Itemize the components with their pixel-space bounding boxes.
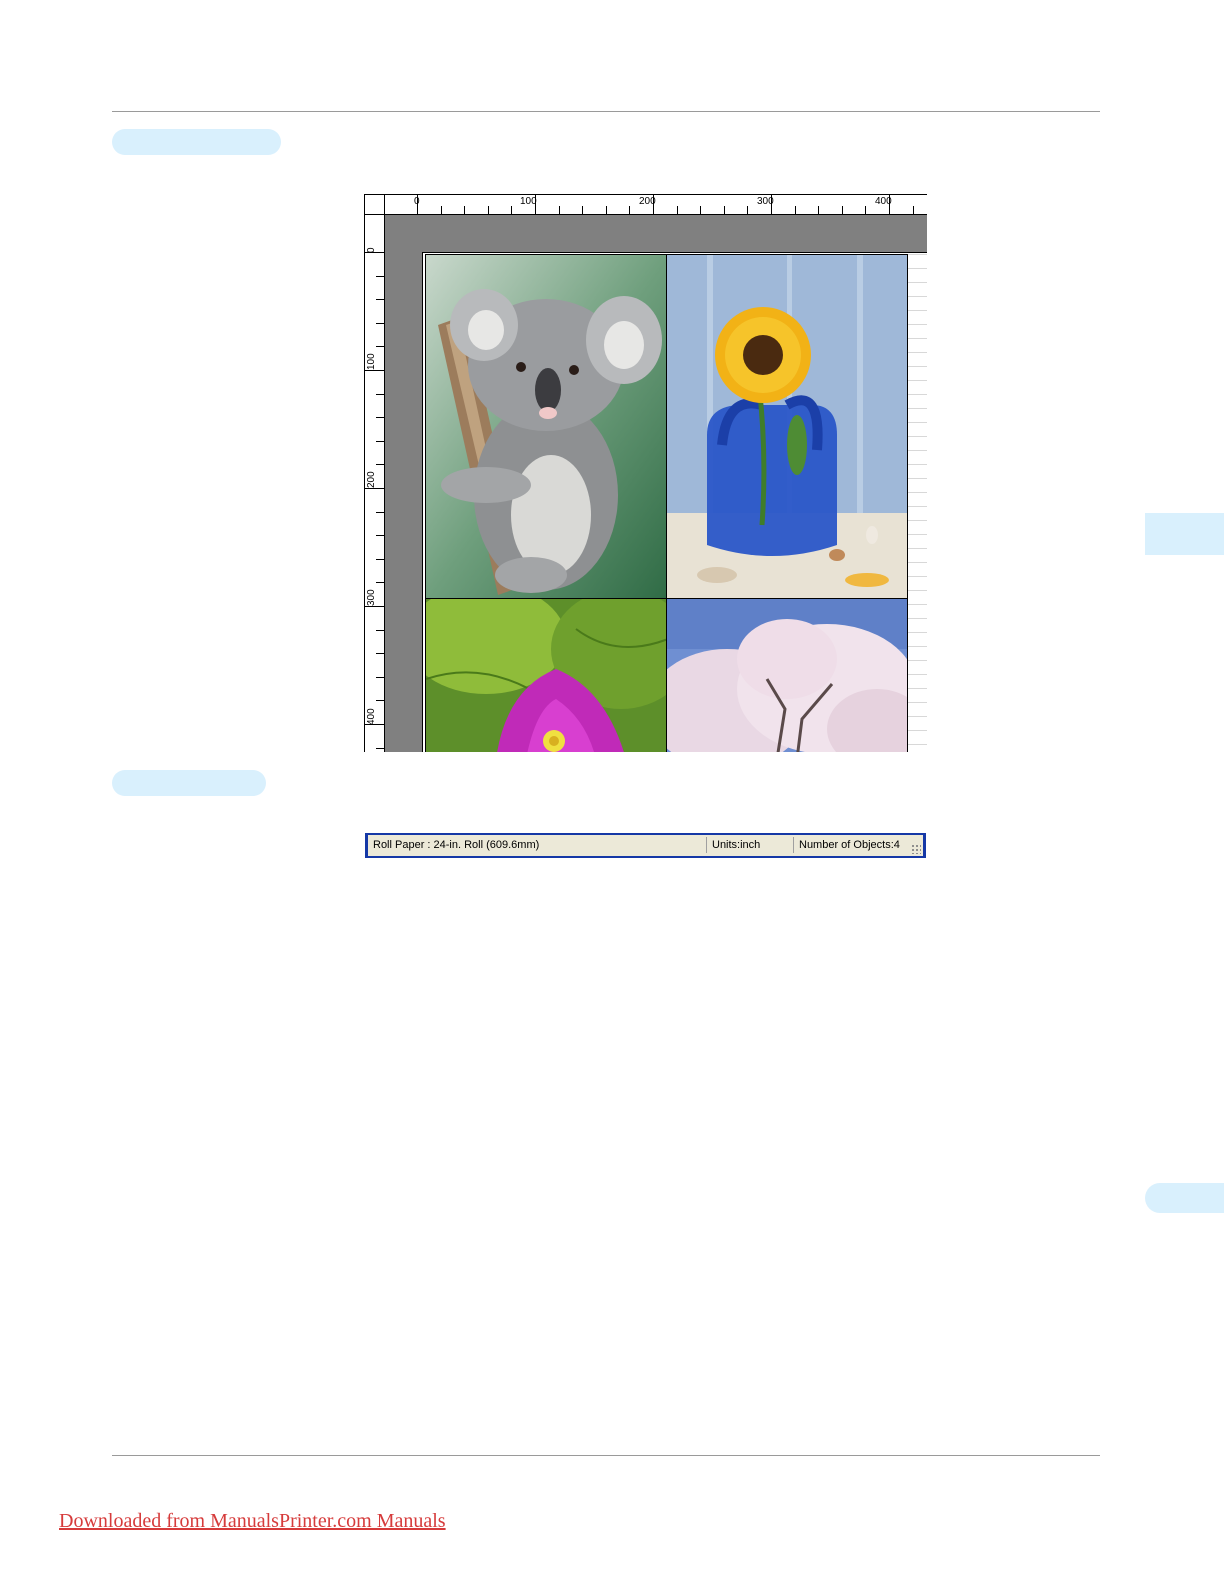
ruler-tick	[376, 629, 384, 631]
ruler-tick	[365, 252, 384, 253]
ruler-tick	[511, 206, 513, 214]
ruler-tick	[376, 511, 384, 513]
ruler-tick	[365, 370, 384, 371]
sunflower-vase-photo[interactable]	[666, 254, 908, 599]
ruler-tick	[605, 206, 607, 214]
heading-marker	[112, 129, 281, 155]
status-bar: Roll Paper : 24-in. Roll (609.6mm) Units…	[365, 833, 926, 858]
vertical-ruler: 0 100 200 300 400	[364, 215, 385, 752]
ruler-tick	[376, 322, 384, 324]
ruler-tick	[794, 206, 796, 214]
status-divider	[793, 837, 794, 853]
ruler-tick	[376, 464, 384, 466]
ruler-tick	[376, 700, 384, 702]
ruler-v-label: 100	[366, 353, 377, 370]
paper-margin-guides	[907, 254, 927, 752]
ruler-tick	[841, 206, 843, 214]
ruler-tick	[653, 195, 654, 214]
chapter-tab	[1145, 513, 1224, 555]
ruler-tick	[582, 206, 584, 214]
ruler-tick	[376, 417, 384, 419]
footer-rule	[112, 1455, 1100, 1456]
ruler-tick	[376, 440, 384, 442]
ruler-tick	[376, 582, 384, 584]
status-units: Units:inch	[712, 839, 761, 851]
ruler-tick	[376, 653, 384, 655]
ruler-tick	[818, 206, 820, 214]
layout-view[interactable]: 0 100 200 300 400 0 100 200 300 400	[364, 194, 927, 752]
resize-grip-icon[interactable]	[911, 844, 921, 854]
ruler-tick	[376, 346, 384, 348]
ruler-tick	[747, 206, 749, 214]
source-link[interactable]: Downloaded from ManualsPrinter.com Manua…	[59, 1510, 446, 1533]
ruler-tick	[417, 195, 418, 214]
ruler-tick	[629, 206, 631, 214]
ruler-v-label: 200	[366, 471, 377, 488]
ruler-tick	[376, 747, 384, 749]
ruler-tick	[723, 206, 725, 214]
ruler-corner	[364, 194, 385, 215]
cherry-blossom-tree-photo[interactable]	[666, 598, 908, 752]
status-divider	[706, 837, 707, 853]
koala-photo[interactable]	[425, 254, 667, 599]
ruler-tick	[535, 195, 536, 214]
status-object-count: Number of Objects:4	[799, 839, 900, 851]
ruler-v-label: 400	[366, 708, 377, 725]
ruler-tick	[912, 206, 914, 214]
ruler-tick	[700, 206, 702, 214]
ruler-tick	[365, 488, 384, 489]
ruler-tick	[889, 195, 890, 214]
ruler-tick	[365, 724, 384, 725]
status-paper: Roll Paper : 24-in. Roll (609.6mm)	[373, 839, 540, 851]
ruler-tick	[464, 206, 466, 214]
ruler-tick	[376, 393, 384, 395]
heading-marker	[112, 770, 266, 796]
index-tab	[1145, 1183, 1224, 1213]
ruler-tick	[376, 299, 384, 301]
ruler-tick	[558, 206, 560, 214]
horizontal-ruler: 0 100 200 300 400	[385, 194, 927, 215]
ruler-tick	[865, 206, 867, 214]
ruler-tick	[376, 676, 384, 678]
ruler-tick	[376, 275, 384, 277]
ruler-v-label: 300	[366, 589, 377, 606]
ruler-tick	[676, 206, 678, 214]
ruler-tick	[376, 535, 384, 537]
ruler-tick	[487, 206, 489, 214]
ruler-tick	[365, 606, 384, 607]
ruler-tick	[376, 558, 384, 560]
ruler-tick	[440, 206, 442, 214]
bougainvillea-flower-photo[interactable]	[425, 598, 667, 752]
ruler-tick	[771, 195, 772, 214]
header-rule	[112, 111, 1100, 112]
